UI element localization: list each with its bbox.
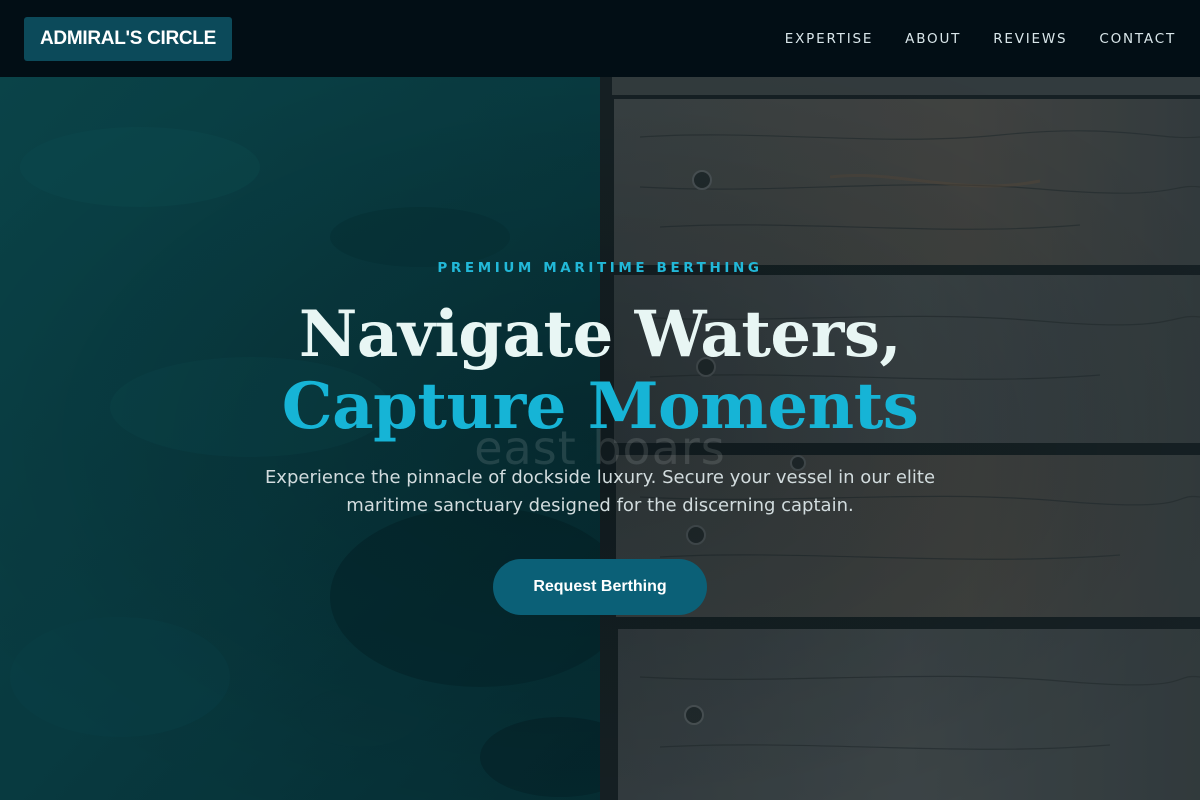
site-header: ADMIRAL'S CIRCLE EXPERTISE ABOUT REVIEWS… [0,0,1200,77]
hero-eyebrow: PREMIUM MARITIME BERTHING [437,260,763,276]
request-berthing-button[interactable]: Request Berthing [493,559,707,615]
nav-link-reviews[interactable]: REVIEWS [993,31,1067,47]
hero-headline-line1: Navigate Waters, [298,297,902,372]
nav-link-expertise[interactable]: EXPERTISE [785,31,873,47]
main-nav: EXPERTISE ABOUT REVIEWS CONTACT [785,31,1176,47]
nav-link-contact[interactable]: CONTACT [1099,31,1176,47]
hero-subtitle: Experience the pinnacle of dockside luxu… [264,467,936,516]
nav-link-about[interactable]: ABOUT [905,31,961,47]
hero-content: PREMIUM MARITIME BERTHING Navigate Water… [0,77,1200,800]
hero-section: PREMIUM MARITIME BERTHING Navigate Water… [0,77,1200,800]
brand-logo[interactable]: ADMIRAL'S CIRCLE [24,16,232,61]
